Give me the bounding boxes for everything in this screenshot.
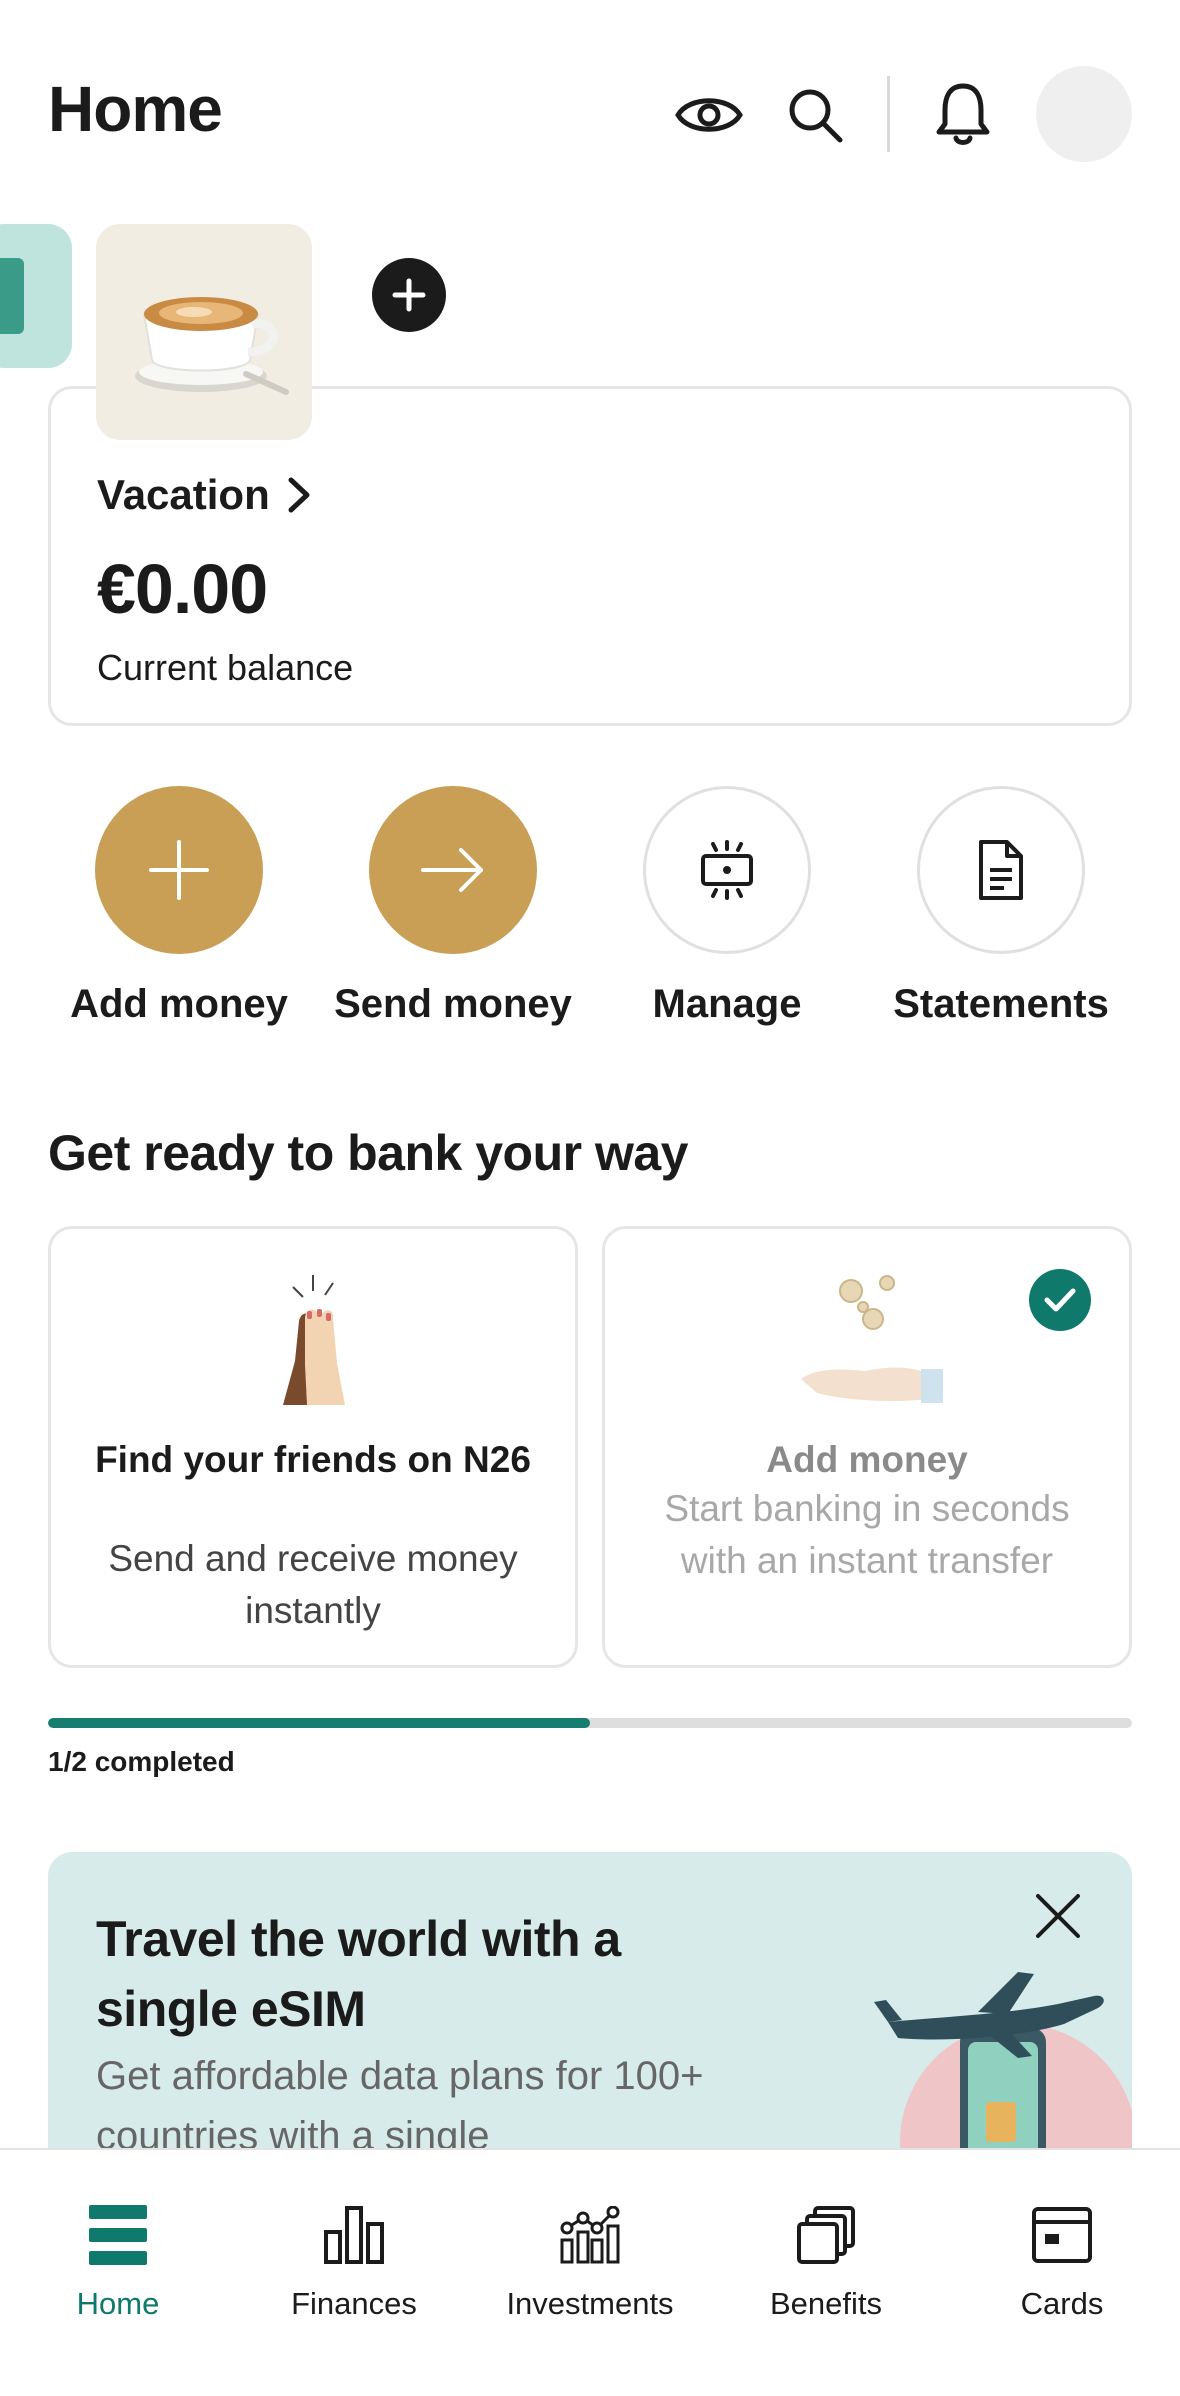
task-description: Send and receive money instantly [108,1538,518,1631]
nav-label: Investments [506,2286,674,2321]
home-icon [0,2200,236,2270]
space-name-row[interactable]: Vacation [97,471,312,519]
task-description: Start banking in seconds with an instant… [664,1488,1070,1581]
bar-chart-icon [236,2200,472,2270]
nav-investments[interactable]: Investments [472,2172,708,2322]
page-title: Home [48,73,223,145]
add-money-circle[interactable] [95,786,263,954]
investments-chart-icon [472,2200,708,2270]
nav-label: Home [76,2286,160,2321]
plus-icon [149,840,209,900]
card-settings-icon [701,840,753,900]
nav-home[interactable]: Home [0,2172,236,2322]
nav-benefits[interactable]: Benefits [708,2172,944,2322]
bottom-navigation: Home Finances Investments Benefits Cards [0,2148,1180,2396]
add-money-task-card[interactable]: Add money Start banking in seconds with … [602,1226,1132,1668]
coffee-cup-illustration [135,297,289,395]
manage-label: Manage [652,982,802,1026]
card-illustration [0,258,24,334]
statements-button[interactable]: Statements [864,786,1138,1036]
space-thumbnail-coffee[interactable] [96,224,312,440]
esim-promo-banner[interactable]: Travel the world with a single eSIM Get … [48,1852,1132,2152]
avatar[interactable] [1036,66,1132,162]
promo-title: Travel the world with a single eSIM [96,1911,621,2037]
onboarding-section-title: Get ready to bank your way [48,1125,688,1181]
document-icon [979,840,1023,900]
nav-label: Cards [1020,2286,1104,2321]
space-thumbnail-card[interactable] [0,224,72,368]
find-friends-card[interactable]: Find your friends on N26 Send and receiv… [48,1226,578,1668]
promo-description: Get affordable data plans for 100+ count… [96,2054,704,2152]
high-five-illustration [51,1269,575,1405]
add-space-button[interactable] [372,258,446,332]
send-money-circle[interactable] [369,786,537,954]
eye-icon[interactable] [674,80,744,150]
balance-amount: €0.00 [97,550,268,628]
top-bar: Home [0,0,1180,220]
onboarding-progress-bar [48,1718,1132,1728]
task-title: Add money [766,1439,968,1480]
nav-label: Finances [291,2286,417,2321]
onboarding-progress-label: 1/2 completed [48,1746,235,1777]
balance-label: Current balance [97,647,354,688]
nav-cards[interactable]: Cards [944,2172,1180,2322]
close-icon[interactable] [1028,1886,1088,1946]
add-money-button[interactable]: Add money [42,786,316,1036]
send-money-button[interactable]: Send money [316,786,590,1036]
arrow-right-icon [421,848,483,892]
card-icon [944,2200,1180,2270]
quick-actions: Add money Send money Manage Statements [0,786,1180,1036]
statements-circle[interactable] [917,786,1085,954]
manage-button[interactable]: Manage [590,786,864,1036]
add-money-label: Add money [70,982,288,1026]
task-title: Find your friends on N26 [95,1439,531,1480]
space-name: Vacation [97,471,270,518]
send-money-label: Send money [334,982,572,1026]
onboarding-progress-fill [48,1718,590,1728]
chevron-right-icon [288,477,310,513]
search-icon[interactable] [780,80,850,150]
nav-finances[interactable]: Finances [236,2172,472,2322]
completed-check-icon [1029,1269,1091,1331]
nav-label: Benefits [769,2286,882,2321]
airplane-phone-illustration [868,1952,1132,2152]
bell-icon[interactable] [928,80,998,150]
plus-icon [392,278,426,312]
statements-label: Statements [893,982,1109,1026]
header-divider [887,76,890,152]
stacked-cards-icon [708,2200,944,2270]
manage-circle[interactable] [643,786,811,954]
